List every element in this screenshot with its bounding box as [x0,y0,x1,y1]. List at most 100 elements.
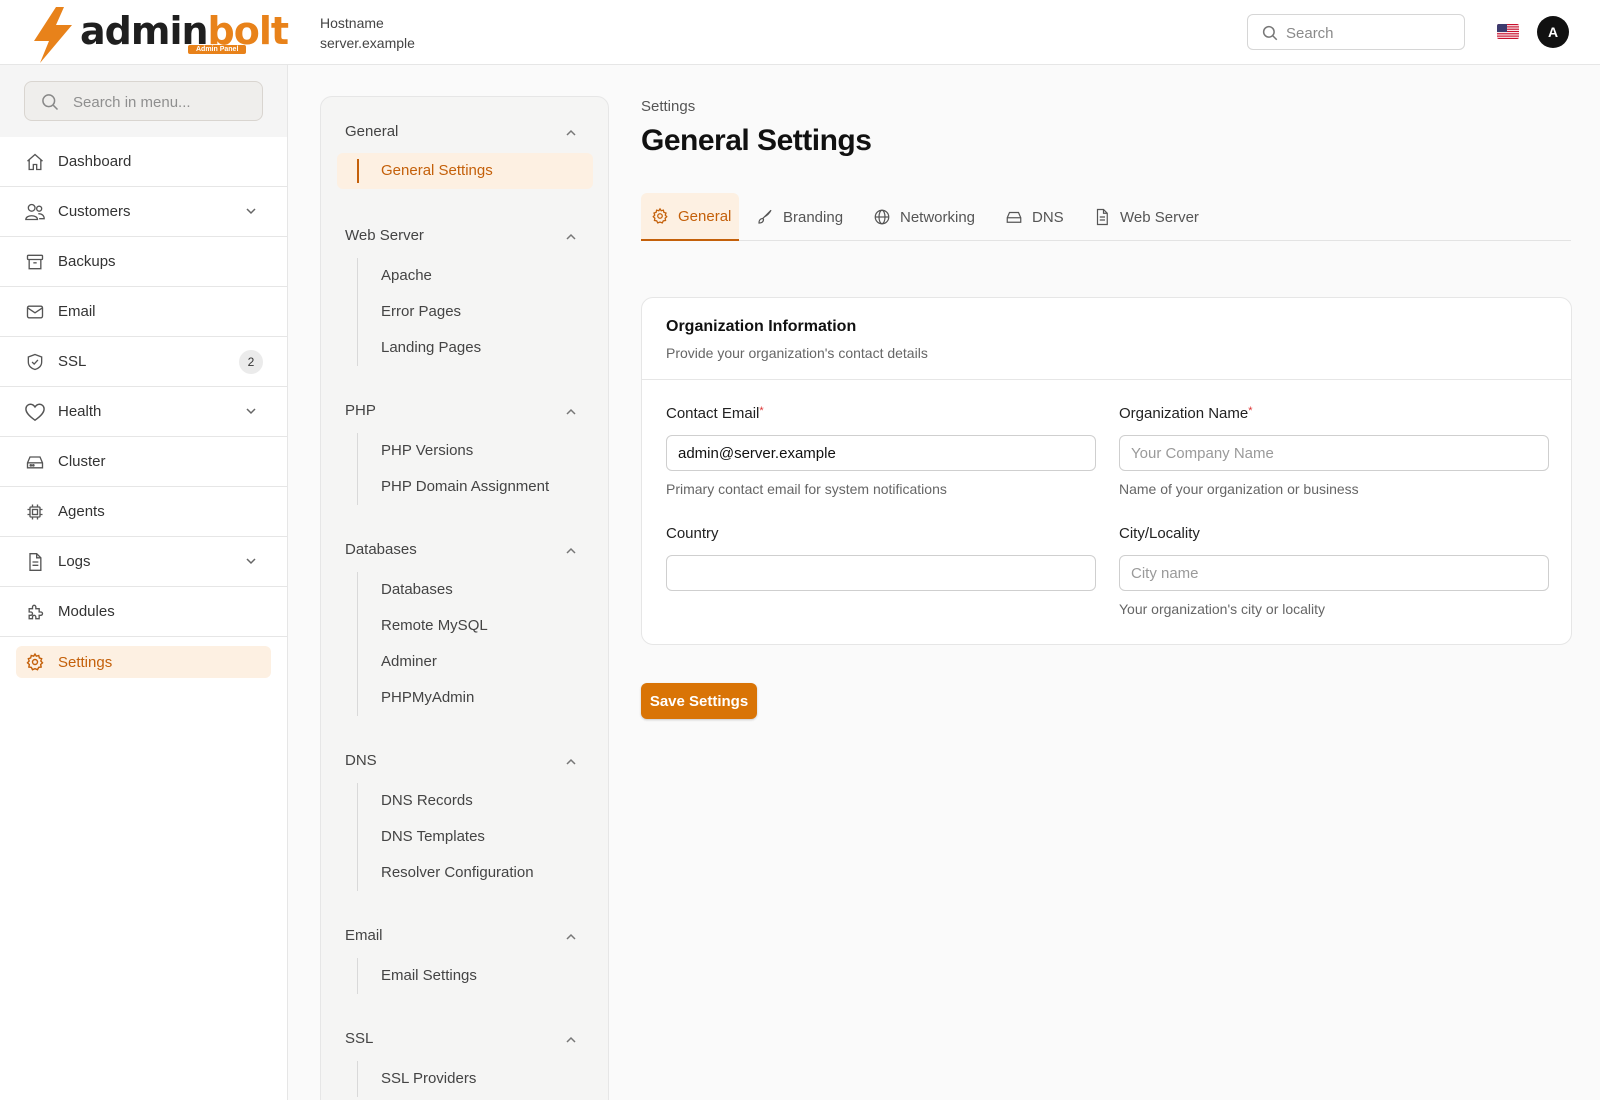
subnav-group-header[interactable]: SSL [321,1022,608,1058]
us-flag-icon[interactable] [1497,24,1519,39]
subnav-item-error-pages[interactable]: Error Pages [358,294,608,330]
tab-branding[interactable]: Branding [756,193,843,241]
subnav-group-title: Web Server [345,227,424,244]
sidebar-item-label: Customers [58,203,131,220]
server-drive-icon [1006,211,1022,223]
tab-general[interactable]: General [641,193,740,241]
subnav-item-adminer[interactable]: Adminer [358,644,608,680]
subnav-group-web-server: Web Server Apache Error Pages Landing Pa… [321,219,608,366]
subnav-item-php-domain-assignment[interactable]: PHP Domain Assignment [358,469,608,505]
menu-search[interactable] [24,81,263,121]
subnav-item-remote-mysql[interactable]: Remote MySQL [358,608,608,644]
organization-name-field: Organization Name* Name of your organiza… [1119,405,1549,497]
subnav-item-databases[interactable]: Databases [358,572,608,608]
global-search-input[interactable] [1286,21,1456,45]
subnav-item-email-settings[interactable]: Email Settings [358,958,608,994]
subnav-group-header[interactable]: Web Server [321,219,608,255]
subnav-items: DNS Records DNS Templates Resolver Confi… [357,783,608,891]
sidebar-item-backups[interactable]: Backups [0,237,287,287]
subnav-item-php-versions[interactable]: PHP Versions [358,433,608,469]
subnav-item-dns-records[interactable]: DNS Records [358,783,608,819]
subnav-item-resolver-configuration[interactable]: Resolver Configuration [358,855,608,891]
menu-search-input[interactable] [73,90,253,114]
lightning-bolt-icon [34,7,72,63]
field-label: Contact Email* [666,405,764,422]
global-search[interactable] [1247,14,1465,50]
subnav-group-header[interactable]: Databases [321,533,608,569]
gear-icon [652,207,668,224]
subnav-group-header[interactable]: PHP [321,394,608,430]
user-avatar[interactable]: A [1537,16,1569,48]
tab-label: Networking [900,208,976,226]
server-icon [24,451,46,473]
subnav-items: Email Settings [357,958,608,994]
tab-dns[interactable]: DNS [1005,193,1064,241]
hostname-display: Hostname server.example [320,13,415,53]
sidebar-item-label: Agents [58,503,105,520]
subnav-group-header[interactable]: DNS [321,744,608,780]
breadcrumb[interactable]: Settings [641,98,695,115]
chevron-up-icon [566,129,576,136]
subnav-item-landing-pages[interactable]: Landing Pages [358,330,608,366]
tab-web-server[interactable]: Web Server [1093,193,1199,241]
search-icon [42,94,59,111]
contact-email-input[interactable] [666,435,1096,471]
subnav-item-dns-templates[interactable]: DNS Templates [358,819,608,855]
sidebar-item-email[interactable]: Email [0,287,287,337]
chevron-down-icon [246,558,256,565]
country-input[interactable] [666,555,1096,591]
heart-icon [24,401,46,423]
subnav-items: Databases Remote MySQL Adminer PHPMyAdmi… [357,572,608,716]
contact-email-field: Contact Email* Primary contact email for… [666,405,1096,497]
tab-networking[interactable]: Networking [873,193,975,241]
organization-card: Organization Information Provide your or… [641,297,1572,645]
settings-subnav: General General Settings Web Server Apac… [320,96,609,1100]
home-icon [24,151,46,173]
subnav-item-apache[interactable]: Apache [358,258,608,294]
shield-check-icon [24,351,46,373]
brand-name: adminbolt [80,9,289,53]
brand-badge: Admin Panel [188,45,247,54]
brand-logo[interactable]: adminbolt Admin Panel [30,7,289,63]
subnav-item-general-settings[interactable]: General Settings [381,153,493,189]
brush-icon [758,209,772,224]
subnav-group-general: General General Settings [321,97,608,189]
required-marker: * [759,405,764,417]
hostname-label: Hostname [320,15,384,31]
card-subtitle: Provide your organization's contact deta… [666,345,928,361]
users-icon [24,201,46,223]
sidebar-item-health[interactable]: Health [0,387,287,437]
sidebar-item-logs[interactable]: Logs [0,537,287,587]
subnav-item-phpmyadmin[interactable]: PHPMyAdmin [358,680,608,716]
page-title: General Settings [641,124,872,157]
sidebar-item-ssl[interactable]: SSL 2 [0,337,287,387]
subnav-group-title: SSL [345,1030,374,1047]
sidebar-item-modules[interactable]: Modules [0,587,287,637]
gear-icon [24,651,46,673]
sidebar-item-dashboard[interactable]: Dashboard [0,137,287,187]
chevron-down-icon [246,208,256,215]
field-label: Country [666,525,719,542]
mail-icon [24,301,46,323]
organization-name-input[interactable] [1119,435,1549,471]
country-field: Country [666,525,1096,591]
subnav-group-header[interactable]: Email [321,919,608,955]
chevron-up-icon [566,233,576,240]
city-input[interactable] [1119,555,1549,591]
sidebar-item-agents[interactable]: Agents [0,487,287,537]
sidebar-item-settings[interactable]: Settings [0,637,287,687]
tab-label: DNS [1032,208,1064,226]
sidebar-item-label: Dashboard [58,153,132,170]
sidebar-item-customers[interactable]: Customers [0,187,287,237]
save-settings-button[interactable]: Save Settings [641,683,757,719]
field-hint: Your organization's city or locality [1119,601,1326,617]
document-icon [1096,208,1108,226]
globe-icon [874,209,890,225]
subnav-group-header[interactable]: General [321,97,608,153]
city-field: City/Locality Your organization's city o… [1119,525,1549,617]
sidebar-item-cluster[interactable]: Cluster [0,437,287,487]
subnav-group-title: DNS [345,752,377,769]
chevron-up-icon [566,408,576,415]
subnav-item-ssl-providers[interactable]: SSL Providers [358,1061,608,1097]
document-icon [24,551,46,573]
